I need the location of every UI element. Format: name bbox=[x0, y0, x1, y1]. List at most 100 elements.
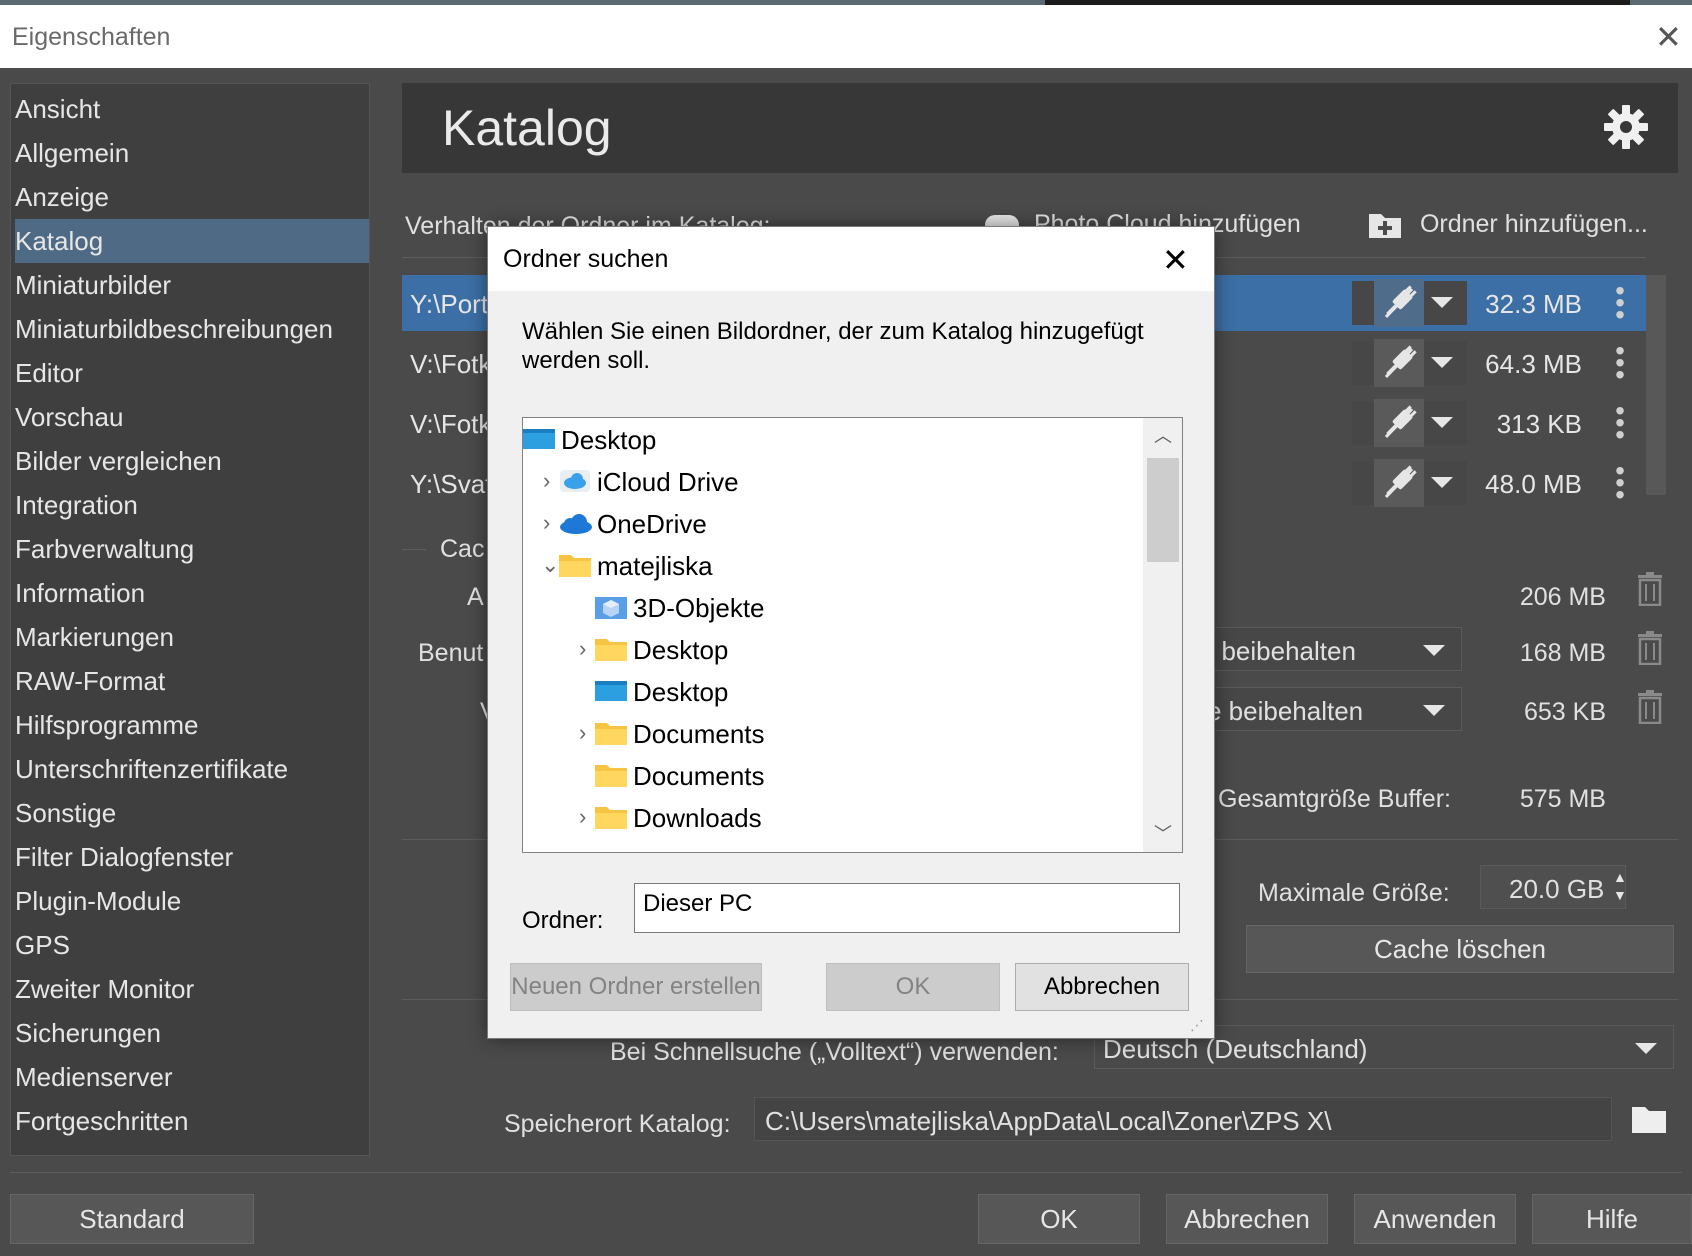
sidebar-item-fortgeschritten[interactable]: Fortgeschritten bbox=[15, 1099, 369, 1143]
tree-node-label: OneDrive bbox=[597, 509, 707, 539]
sidebar-item-unterschriftenzertifikate[interactable]: Unterschriftenzertifikate bbox=[15, 747, 369, 791]
sidebar-item-allgemein[interactable]: Allgemein bbox=[15, 131, 369, 175]
folder-path: V:\Fotk bbox=[410, 409, 492, 439]
folder-path: V:\Fotk bbox=[410, 349, 492, 379]
sidebar-item-farbverwaltung[interactable]: Farbverwaltung bbox=[15, 527, 369, 571]
sidebar-item-sicherungen[interactable]: Sicherungen bbox=[15, 1011, 369, 1055]
new-folder-button[interactable]: Neuen Ordner erstellen bbox=[510, 963, 762, 1011]
folder-icon bbox=[595, 637, 627, 661]
onedrive-icon bbox=[559, 511, 592, 535]
chevron-down-icon[interactable]: ⌄ bbox=[541, 552, 561, 578]
cache-row3-combo[interactable]: e beibehalten bbox=[1202, 687, 1462, 731]
sidebar-item-raw-format[interactable]: RAW-Format bbox=[15, 659, 369, 703]
folder-list-scrollbar[interactable] bbox=[1646, 275, 1666, 495]
help-button[interactable]: Hilfe bbox=[1532, 1194, 1692, 1244]
sidebar-item-miniaturbildbeschreibungen[interactable]: Miniaturbildbeschreibungen bbox=[15, 307, 369, 351]
folder-size: 32.3 MB bbox=[1485, 289, 1582, 319]
sidebar-item-vorschau[interactable]: Vorschau bbox=[15, 395, 369, 439]
tree-node-label: Desktop bbox=[633, 635, 729, 665]
sidebar-item-katalog[interactable]: Katalog bbox=[15, 219, 369, 263]
apply-button[interactable]: Anwenden bbox=[1354, 1194, 1516, 1244]
dialog-title: Ordner suchen bbox=[503, 245, 669, 273]
window-title: Eigenschaften bbox=[12, 23, 171, 51]
add-folder-icon bbox=[1369, 214, 1401, 239]
folder-size: 48.0 MB bbox=[1485, 469, 1582, 499]
sidebar-item-anzeige[interactable]: Anzeige bbox=[15, 175, 369, 219]
catalog-location-field[interactable]: C:\Users\matejliska\AppData\Local\Zoner\… bbox=[754, 1097, 1612, 1141]
dialog-description: Wählen Sie einen Bildordner, der zum Kat… bbox=[522, 318, 1144, 374]
trash-icon[interactable] bbox=[1636, 572, 1664, 606]
sidebar-item-information[interactable]: Information bbox=[15, 571, 369, 615]
sidebar-item-miniaturbilder[interactable]: Miniaturbilder bbox=[15, 263, 369, 307]
tree-node[interactable]: › Downloads bbox=[523, 796, 1143, 840]
more-options-icon[interactable]: • • • bbox=[1612, 397, 1628, 449]
sidebar-item-bilder-vergleichen[interactable]: Bilder vergleichen bbox=[15, 439, 369, 483]
plug-icon[interactable] bbox=[1374, 339, 1424, 387]
folder-icon bbox=[559, 553, 591, 577]
scroll-down-icon[interactable]: ﹀ bbox=[1143, 816, 1182, 852]
standard-button[interactable]: Standard bbox=[10, 1194, 254, 1244]
window-close-icon[interactable]: ✕ bbox=[1655, 21, 1682, 53]
chevron-down-icon bbox=[1635, 1043, 1657, 1054]
sidebar-item-sonstige[interactable]: Sonstige bbox=[15, 791, 369, 835]
plug-icon[interactable] bbox=[1374, 459, 1424, 507]
tree-node-label: iCloud Drive bbox=[597, 467, 739, 497]
tree-node[interactable]: ⌄ matejliska bbox=[523, 544, 1143, 588]
plug-icon[interactable] bbox=[1374, 279, 1424, 327]
trash-icon[interactable] bbox=[1636, 631, 1664, 665]
max-size-stepper[interactable]: 20.0 GB bbox=[1480, 865, 1626, 909]
sidebar-item-integration[interactable]: Integration bbox=[15, 483, 369, 527]
cache-total-size: 575 MB bbox=[1519, 785, 1606, 813]
tree-node[interactable]: Desktop bbox=[523, 670, 1143, 714]
sidebar-item-filter-dialogfenster[interactable]: Filter Dialogfenster bbox=[15, 835, 369, 879]
cache-row2-label: Benut bbox=[418, 639, 484, 667]
tree-node[interactable]: › Documents bbox=[523, 712, 1143, 756]
sidebar-item-medienserver[interactable]: Medienserver bbox=[15, 1055, 369, 1099]
stepper-arrows-icon[interactable]: ▲ ▼ bbox=[1613, 868, 1627, 904]
clear-cache-button[interactable]: Cache löschen bbox=[1246, 925, 1674, 973]
more-options-icon[interactable]: • • • bbox=[1612, 457, 1628, 509]
dialog-ok-button[interactable]: OK bbox=[826, 963, 1000, 1011]
page-header: Katalog bbox=[402, 83, 1678, 173]
dialog-cancel-button[interactable]: Abbrechen bbox=[1015, 963, 1189, 1011]
catalog-location-label: Speicherort Katalog: bbox=[504, 1110, 731, 1138]
folder-size: 313 KB bbox=[1496, 409, 1582, 439]
sidebar-item-gps[interactable]: GPS bbox=[15, 923, 369, 967]
add-folder-button[interactable]: Ordner hinzufügen... bbox=[1367, 210, 1648, 240]
more-options-icon[interactable]: • • • bbox=[1612, 277, 1628, 329]
plug-icon[interactable] bbox=[1374, 399, 1424, 447]
window-titlebar: Eigenschaften ✕ bbox=[0, 5, 1692, 68]
trash-icon[interactable] bbox=[1636, 690, 1664, 724]
max-size-label: Maximale Größe: bbox=[1258, 879, 1450, 907]
ok-button[interactable]: OK bbox=[978, 1194, 1140, 1244]
gear-icon[interactable] bbox=[1602, 103, 1650, 151]
folder-icon bbox=[595, 763, 627, 787]
tree-node[interactable]: 3D-Objekte bbox=[523, 586, 1143, 630]
folder-input[interactable]: Dieser PC bbox=[634, 883, 1180, 933]
sidebar-item-ansicht[interactable]: Ansicht bbox=[15, 87, 369, 131]
dialog-close-icon[interactable]: ✕ bbox=[1162, 241, 1189, 279]
tree-node[interactable]: Desktop bbox=[523, 418, 1143, 462]
sidebar-item-editor[interactable]: Editor bbox=[15, 351, 369, 395]
tree-node[interactable]: Documents bbox=[523, 754, 1143, 798]
tree-node[interactable]: › OneDrive bbox=[523, 502, 1143, 546]
tree-node[interactable]: › Desktop bbox=[523, 628, 1143, 672]
scroll-thumb[interactable] bbox=[1147, 458, 1179, 562]
resize-grip-icon[interactable]: ⋰ bbox=[1190, 1017, 1204, 1034]
sidebar-item-plugin-module[interactable]: Plugin-Module bbox=[15, 879, 369, 923]
tree-node-label: matejliska bbox=[597, 551, 713, 581]
cancel-button[interactable]: Abbrechen bbox=[1166, 1194, 1328, 1244]
sidebar-item-markierungen[interactable]: Markierungen bbox=[15, 615, 369, 659]
divider bbox=[402, 549, 426, 550]
browse-folder-dialog: Ordner suchen ✕ Wählen Sie einen Bildord… bbox=[487, 226, 1215, 1039]
sidebar-item-hilfsprogramme[interactable]: Hilfsprogramme bbox=[15, 703, 369, 747]
scroll-up-icon[interactable]: ︿ bbox=[1143, 418, 1182, 454]
cache-row2-combo[interactable]: t beibehalten bbox=[1202, 627, 1462, 671]
sidebar-item-zweiter-monitor[interactable]: Zweiter Monitor bbox=[15, 967, 369, 1011]
sidebar: Ansicht Allgemein Anzeige Katalog Miniaturbi… bbox=[10, 83, 370, 1156]
folder-tree[interactable]: › Downloads Documents › Documents Desktop › Des… bbox=[522, 417, 1183, 853]
browse-folder-icon[interactable] bbox=[1630, 1105, 1668, 1135]
tree-node[interactable]: › iCloud Drive bbox=[523, 460, 1143, 504]
tree-scrollbar[interactable]: ︿ ﹀ bbox=[1143, 418, 1182, 852]
more-options-icon[interactable]: • • • bbox=[1612, 337, 1628, 389]
